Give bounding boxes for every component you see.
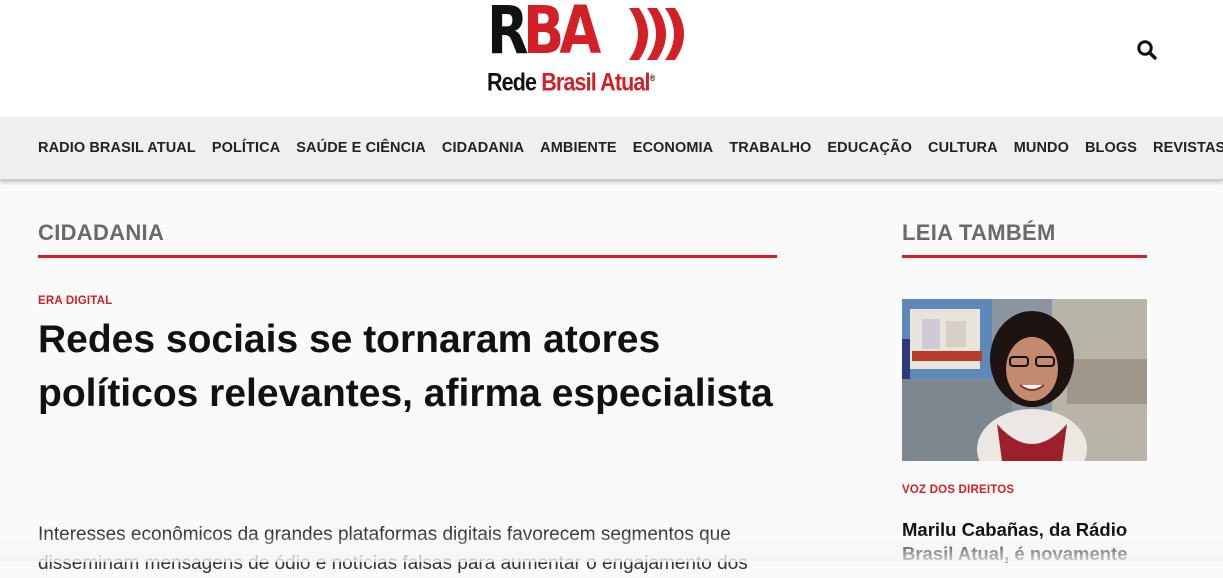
- logo-registered-mark: ®: [649, 73, 656, 83]
- nav-item-revistas[interactable]: REVISTAS: [1153, 140, 1223, 156]
- rba-logo[interactable]: R BA Rede Brasil Atual®: [487, 0, 689, 97]
- main-nav: RADIO BRASIL ATUAL POLÍTICA SAÚDE E CIÊNCI…: [0, 117, 1223, 180]
- search-icon: [1137, 40, 1157, 60]
- sidebar-kicker[interactable]: VOZ DOS DIREITOS: [902, 484, 1014, 496]
- nav-item-mundo[interactable]: MUNDO: [1014, 140, 1069, 156]
- nav-item-saúde-e-ciência[interactable]: SAÚDE E CIÊNCIA: [296, 140, 426, 156]
- article-kicker[interactable]: ERA DIGITAL: [38, 295, 112, 307]
- logo-text-rede: Rede: [487, 68, 537, 97]
- sidebar-article-photo[interactable]: [902, 299, 1147, 461]
- logo-mark-r: R: [487, 0, 529, 69]
- article-headline: Redes sociais se tornaram atores polític…: [38, 318, 773, 415]
- nav-item-ambiente[interactable]: AMBIENTE: [540, 140, 617, 156]
- photo-woman-smiling: [902, 299, 1147, 461]
- section-title[interactable]: CIDADANIA: [38, 220, 777, 246]
- bottom-fade: [0, 532, 1223, 562]
- nav-item-economia[interactable]: ECONOMIA: [633, 140, 714, 156]
- nav-item-trabalho[interactable]: TRABALHO: [729, 140, 811, 156]
- radio-waves-icon: [629, 8, 684, 60]
- sidebar-divider: [902, 255, 1147, 258]
- nav-list: RADIO BRASIL ATUAL POLÍTICA SAÚDE E CIÊNCI…: [38, 117, 1223, 179]
- site-header: R BA Rede Brasil Atual®: [0, 0, 1223, 117]
- nav-item-blogs[interactable]: BLOGS: [1085, 140, 1137, 156]
- logo-wordmark: Rede Brasil Atual®: [487, 64, 656, 97]
- logo-text-brasil-atual: Brasil Atual: [541, 68, 650, 97]
- nav-item-cidadania[interactable]: CIDADANIA: [442, 140, 524, 156]
- nav-item-política[interactable]: POLÍTICA: [212, 140, 280, 156]
- nav-item-radio-brasil-atual[interactable]: RADIO BRASIL ATUAL: [38, 140, 196, 156]
- nav-item-educação[interactable]: EDUCAÇÃO: [827, 140, 912, 156]
- logo-mark-ba: BA: [523, 0, 601, 69]
- logo-mark: R BA: [487, 0, 689, 69]
- search-button[interactable]: [1136, 39, 1158, 61]
- nav-item-cultura[interactable]: CULTURA: [928, 140, 998, 156]
- sidebar-title: LEIA TAMBÉM: [902, 220, 1056, 245]
- section-divider: [38, 255, 777, 258]
